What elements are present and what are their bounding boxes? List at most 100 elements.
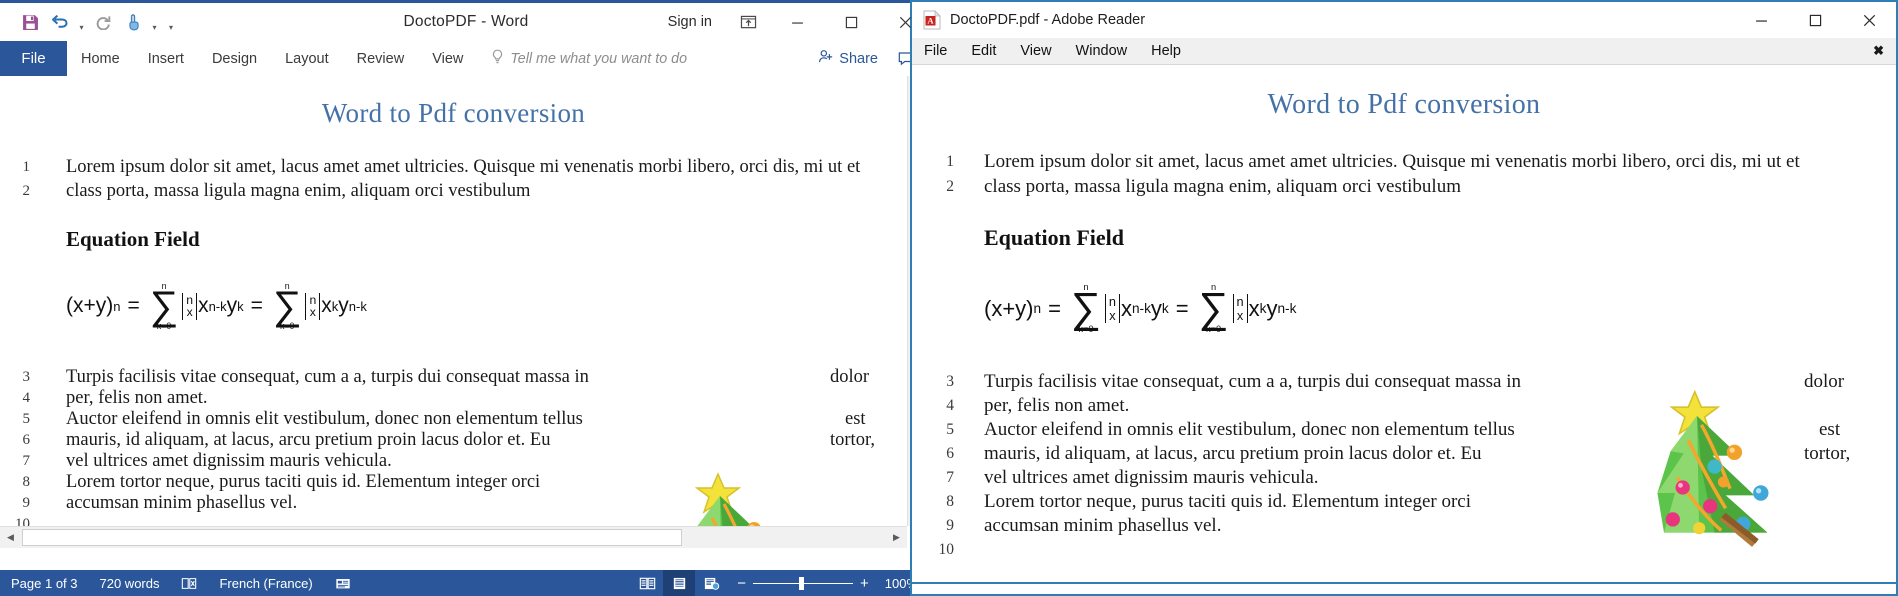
christmas-tree-image — [1620, 383, 1785, 548]
touch-mode-icon[interactable] — [119, 9, 147, 35]
sum-lower-limit: k=0 — [1078, 325, 1093, 334]
reader-minimize-button[interactable] — [1734, 1, 1788, 39]
customize-qat-icon[interactable]: ▾ — [162, 6, 180, 39]
document-block-1: 1 Lorem ipsum dolor sit amet, lacus amet… — [0, 155, 907, 203]
reader-close-button[interactable] — [1842, 1, 1896, 39]
macro-record-icon[interactable] — [324, 570, 362, 596]
tab-layout[interactable]: Layout — [271, 41, 343, 76]
tab-insert[interactable]: Insert — [134, 41, 198, 76]
menu-file[interactable]: File — [912, 38, 959, 64]
equation-term-1a: x — [198, 294, 209, 318]
redo-icon[interactable] — [89, 9, 117, 35]
document-title-heading: Word to Pdf conversion — [0, 98, 907, 129]
word-title-bar: ▾ ▾ ▾ DoctoPDF - Word Sign in — [0, 3, 932, 41]
close-document-button[interactable]: ✖ — [1861, 43, 1896, 59]
reader-window-controls — [1734, 2, 1896, 38]
zoom-in-button[interactable]: + — [860, 576, 869, 591]
binomial-top: n — [1237, 295, 1244, 308]
web-layout-view-button[interactable] — [695, 570, 727, 596]
reader-heading-equation-field: Equation Field — [984, 225, 1896, 251]
tab-design[interactable]: Design — [198, 41, 271, 76]
status-bar-right-group: − + 100% — [631, 570, 932, 596]
line-number: 10 — [912, 538, 954, 562]
line-text: mauris, id aliquam, at lacus, arcu preti… — [30, 430, 550, 451]
numbered-line: 1 Lorem ipsum dolor sit amet, lacus amet… — [912, 149, 1896, 174]
equation-summation-1: n ∑ k=0 — [1071, 283, 1101, 334]
word-minimize-button[interactable] — [770, 3, 824, 41]
spelling-grammar-icon[interactable] — [170, 570, 208, 596]
numbered-line: 2 class porta, massa ligula magna enim, … — [912, 174, 1896, 199]
christmas-tree-image — [650, 466, 800, 526]
numbered-line: 3 Turpis facilisis vitae consequat, cum … — [0, 367, 907, 388]
line-text: Auctor eleifend in omnis elit vestibulum… — [954, 418, 1515, 442]
line-text: Lorem tortor neque, purus taciti quis id… — [954, 490, 1471, 514]
equation-term-1b-exp: k — [1162, 301, 1169, 316]
status-word-count[interactable]: 720 words — [89, 570, 171, 596]
equation-term-2a-sub: k — [1260, 301, 1267, 316]
read-mode-view-button[interactable] — [631, 570, 663, 596]
line-text: per, felis non amet. — [30, 388, 208, 409]
equation-equals-2: = — [244, 294, 270, 318]
line-number: 4 — [912, 394, 954, 418]
line-tail-text: est — [1819, 418, 1840, 442]
undo-icon[interactable] — [46, 9, 74, 35]
zoom-out-button[interactable]: − — [737, 576, 746, 591]
word-maximize-button[interactable] — [824, 3, 878, 41]
menu-help[interactable]: Help — [1139, 38, 1193, 64]
undo-chevron-down-icon[interactable]: ▾ — [76, 6, 87, 39]
menu-view[interactable]: View — [1008, 38, 1063, 64]
line-number: 7 — [0, 451, 30, 472]
tab-file[interactable]: File — [0, 41, 67, 76]
equation-term-1a-exp: n-k — [1132, 301, 1151, 316]
ribbon-display-options-icon[interactable] — [726, 3, 770, 41]
line-text: mauris, id aliquam, at lacus, arcu preti… — [954, 442, 1482, 466]
word-page-1[interactable]: Word to Pdf conversion 1 Lorem ipsum dol… — [0, 76, 907, 526]
word-document-canvas[interactable]: Word to Pdf conversion 1 Lorem ipsum dol… — [0, 76, 932, 548]
tell-me-search-box[interactable]: Tell me what you want to do — [477, 41, 687, 76]
scroll-left-icon[interactable]: ◀ — [0, 527, 21, 548]
tab-home[interactable]: Home — [67, 41, 134, 76]
horizontal-scroll-thumb[interactable] — [22, 529, 682, 546]
print-layout-view-button[interactable] — [663, 570, 695, 596]
word-close-button[interactable] — [878, 3, 932, 41]
line-number: 1 — [912, 149, 954, 174]
reader-document-canvas[interactable]: Word to Pdf conversion 1 Lorem ipsum dol… — [912, 67, 1896, 594]
tab-view[interactable]: View — [418, 41, 477, 76]
line-number: 6 — [0, 430, 30, 451]
line-text: Turpis facilisis vitae consequat, cum a … — [30, 367, 589, 388]
line-tail-text: tortor, — [1804, 442, 1850, 466]
tab-review[interactable]: Review — [343, 41, 419, 76]
share-button[interactable]: Share — [808, 44, 888, 74]
document-heading-equation-field: Equation Field — [66, 227, 907, 252]
binomial-top: n — [1109, 295, 1116, 308]
sum-lower-limit: k=0 — [157, 322, 171, 331]
equation-term-1b: y — [1151, 296, 1162, 322]
zoom-slider-thumb[interactable] — [799, 577, 804, 590]
equation-binomial-1: n x — [182, 293, 197, 321]
menu-window[interactable]: Window — [1064, 38, 1140, 64]
save-icon[interactable] — [16, 9, 44, 35]
zoom-slider[interactable]: − + — [727, 576, 879, 591]
line-number: 3 — [0, 367, 30, 388]
reader-document-equation: (x+y)n = n ∑ k=0 n x xn-kyk = n ∑ — [984, 283, 1896, 334]
zoom-slider-track[interactable] — [753, 583, 853, 584]
status-page-indicator[interactable]: Page 1 of 3 — [0, 570, 89, 596]
line-text: per, felis non amet. — [954, 394, 1129, 418]
share-label: Share — [839, 51, 878, 67]
reader-maximize-button[interactable] — [1788, 1, 1842, 39]
line-number: 7 — [912, 466, 954, 490]
line-text: Turpis facilisis vitae consequat, cum a … — [954, 370, 1521, 394]
line-number: 5 — [912, 418, 954, 442]
equation-term-2a: x — [321, 294, 332, 318]
line-number: 1 — [0, 155, 30, 179]
scroll-right-icon[interactable]: ▶ — [886, 527, 907, 548]
numbered-line: 5 Auctor eleifend in omnis elit vestibul… — [0, 409, 907, 430]
status-language[interactable]: French (France) — [208, 570, 323, 596]
menu-edit[interactable]: Edit — [959, 38, 1008, 64]
touch-mode-chevron-down-icon[interactable]: ▾ — [149, 6, 160, 39]
word-horizontal-scrollbar[interactable]: ◀ ▶ — [0, 526, 907, 548]
quick-access-toolbar: ▾ ▾ ▾ — [0, 6, 180, 39]
word-title-right-group: Sign in — [654, 3, 932, 41]
sign-in-button[interactable]: Sign in — [654, 14, 726, 30]
screen-root: ▾ ▾ ▾ DoctoPDF - Word Sign in — [0, 0, 1898, 596]
